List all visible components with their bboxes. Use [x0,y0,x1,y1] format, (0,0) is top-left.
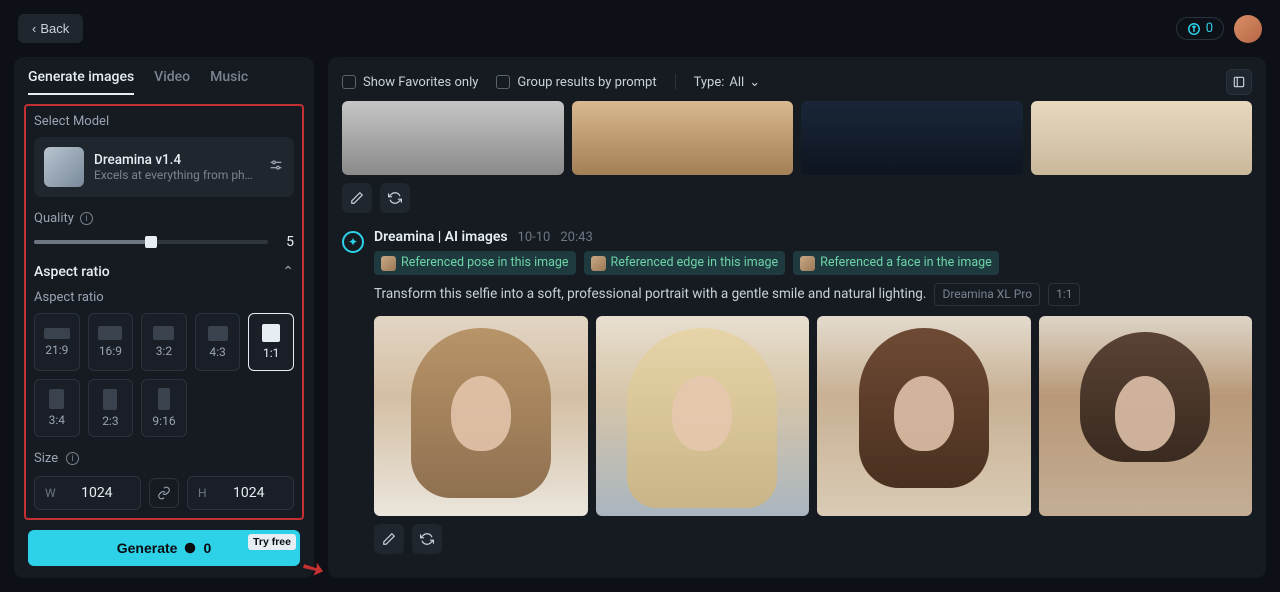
generate-button[interactable]: Generate 0 Try free ➘ [28,530,300,566]
results-panel: Show Favorites only Group results by pro… [328,57,1266,578]
coin-icon [183,541,197,555]
back-label: Back [40,21,69,36]
aspect-21-9[interactable]: 21:9 [34,313,80,371]
star-icon: ✦ [342,231,364,253]
result-row [374,316,1252,516]
aspect-3-2[interactable]: 3:2 [141,313,187,371]
chevron-up-icon: ⌃ [282,264,294,280]
back-button[interactable]: ‹ Back [18,14,83,43]
user-avatar[interactable] [1234,15,1262,43]
result-row [342,101,1252,175]
result-thumbnail[interactable] [801,101,1023,175]
try-free-badge: Try free [248,534,296,550]
model-thumbnail [44,147,84,187]
model-selector[interactable]: Dreamina v1.4 Excels at everything from … [34,137,294,197]
ratio-tag: 1:1 [1048,283,1080,306]
mode-tabs: Generate images Video Music [28,69,300,96]
chevron-down-icon: ⌄ [749,75,760,90]
regenerate-button[interactable] [412,524,442,554]
size-label: Size [34,451,58,466]
tab-video[interactable]: Video [154,69,190,95]
top-bar: ‹ Back 0 [0,0,1280,57]
generation-date: 10-10 [518,230,551,245]
edit-button[interactable] [342,183,372,213]
credits-pill[interactable]: 0 [1176,17,1224,40]
ref-pose-tag[interactable]: Referenced pose in this image [374,251,576,275]
result-image[interactable] [817,316,1031,516]
generation-time: 20:43 [560,230,592,245]
tab-images[interactable]: Generate images [28,69,134,95]
bookmark-button[interactable] [1226,69,1252,95]
ref-edge-tag[interactable]: Referenced edge in this image [584,251,786,275]
aspect-9-16[interactable]: 9:16 [141,379,187,437]
result-thumbnail[interactable] [342,101,564,175]
prompt-text: Transform this selfie into a soft, profe… [374,284,926,306]
favorites-checkbox[interactable]: Show Favorites only [342,75,478,90]
credits-value: 0 [1206,21,1213,36]
quality-label: Quality [34,211,74,226]
model-name: Dreamina v1.4 [94,152,258,168]
generation-title: Dreamina | AI images [374,229,508,245]
settings-icon[interactable] [268,157,284,177]
type-filter[interactable]: Type: All ⌄ [694,75,761,90]
generate-label: Generate [117,540,178,556]
quality-slider[interactable]: 5 [34,234,294,250]
chevron-left-icon: ‹ [32,21,36,36]
result-thumbnail[interactable] [572,101,794,175]
group-checkbox[interactable]: Group results by prompt [496,75,656,90]
result-image[interactable] [374,316,588,516]
aspect-1-1[interactable]: 1:1 [248,313,294,371]
aspect-3-4[interactable]: 3:4 [34,379,80,437]
model-tag: Dreamina XL Pro [934,283,1040,306]
edit-button[interactable] [374,524,404,554]
annotation-highlight: Select Model Dreamina v1.4 Excels at eve… [24,104,304,520]
sidebar: Generate images Video Music Select Model… [14,57,314,578]
regenerate-button[interactable] [380,183,410,213]
width-value: 1024 [64,485,130,501]
result-image[interactable] [1039,316,1253,516]
quality-value: 5 [280,234,294,250]
select-model-label: Select Model [34,114,294,129]
generate-cost: 0 [203,540,211,556]
ref-face-tag[interactable]: Referenced a face in the image [793,251,999,275]
generation-block: ✦ Dreamina | AI images 10-10 20:43 Refer… [342,229,1252,566]
filter-bar: Show Favorites only Group results by pro… [342,69,1252,95]
aspect-ratio-toggle[interactable]: Aspect ratio ⌃ [34,264,294,280]
divider [675,74,676,90]
height-input[interactable]: H 1024 [187,476,294,510]
link-dimensions-icon[interactable] [149,478,179,508]
width-input[interactable]: W 1024 [34,476,141,510]
aspect-ratio-sublabel: Aspect ratio [34,290,294,305]
aspect-16-9[interactable]: 16:9 [88,313,134,371]
info-icon[interactable]: i [66,452,79,465]
tab-music[interactable]: Music [210,69,248,95]
result-thumbnail[interactable] [1031,101,1253,175]
info-icon[interactable]: i [80,212,93,225]
aspect-2-3[interactable]: 2:3 [88,379,134,437]
coin-icon [1187,22,1201,36]
model-description: Excels at everything from photoreali... [94,168,258,182]
result-image[interactable] [596,316,810,516]
annotation-arrow-icon: ➘ [296,550,330,588]
height-value: 1024 [215,485,283,501]
aspect-4-3[interactable]: 4:3 [195,313,241,371]
